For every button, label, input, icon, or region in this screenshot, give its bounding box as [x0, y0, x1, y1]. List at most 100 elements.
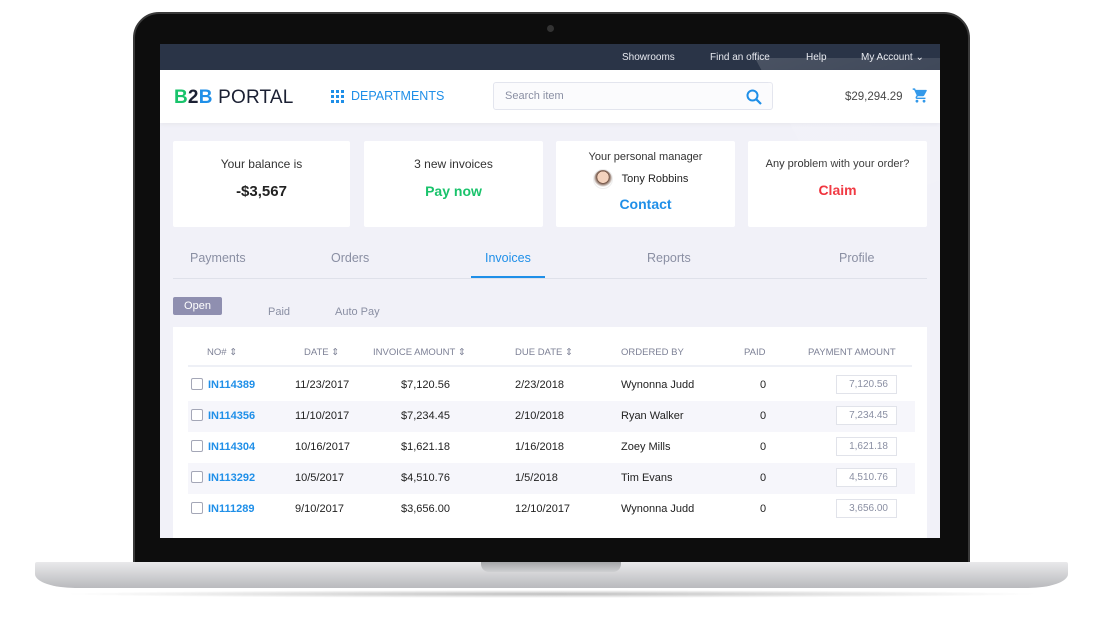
sort-icon: ⇕ — [229, 347, 238, 358]
invoice-date: 10/5/2017 — [295, 472, 344, 484]
claim-link[interactable]: Claim — [748, 182, 927, 198]
contact-link[interactable]: Contact — [556, 196, 735, 212]
table-row: IN114356 11/10/2017 $7,234.45 2/10/2018 … — [188, 401, 915, 432]
invoice-amount: $7,234.45 — [401, 410, 450, 422]
logo-b2: B — [198, 87, 213, 108]
header-divider — [188, 365, 912, 367]
balance-value: -$3,567 — [236, 183, 287, 200]
manager-card: Your personal manager Tony Robbins Conta… — [556, 141, 735, 227]
sort-icon: ⇕ — [457, 347, 466, 358]
logo[interactable]: B2B PORTAL — [174, 87, 294, 109]
header: B2B PORTAL DEPARTMENTS $29,294.29 — [160, 70, 940, 123]
invoice-date: 10/16/2017 — [295, 441, 351, 453]
tab-orders[interactable]: Orders — [331, 251, 369, 265]
search-icon[interactable] — [746, 89, 762, 105]
subtab-open[interactable]: Open — [173, 297, 222, 315]
due-date: 2/23/2018 — [515, 379, 564, 391]
top-nav: Showrooms Find an office Help My Account… — [160, 44, 940, 70]
invoice-number-link[interactable]: IN111289 — [208, 503, 255, 515]
invoices-card: 3 new invoices Pay now — [364, 141, 543, 227]
invoice-date: 11/23/2017 — [295, 379, 350, 391]
row-checkbox[interactable] — [191, 471, 203, 483]
invoice-number-link[interactable]: IN113292 — [208, 472, 255, 484]
invoice-number-link[interactable]: IN114356 — [208, 410, 255, 422]
paid-amount: 0 — [760, 472, 767, 484]
paid-amount: 0 — [760, 441, 767, 453]
invoice-date: 11/10/2017 — [295, 410, 350, 422]
invoice-amount: $3,656.00 — [401, 503, 450, 515]
laptop-shadow — [60, 590, 1043, 598]
paid-amount: 0 — [760, 410, 767, 422]
row-checkbox[interactable] — [191, 409, 203, 421]
table-row: IN111289 9/10/2017 $3,656.00 12/10/2017 … — [188, 494, 915, 525]
manager-avatar — [592, 169, 613, 189]
manager-name: Tony Robbins — [621, 173, 689, 185]
grid-icon — [331, 89, 344, 103]
invoice-number-link[interactable]: IN114304 — [208, 441, 255, 453]
find-office-link[interactable]: Find an office — [710, 52, 770, 63]
ordered-by: Tim Evans — [621, 472, 673, 484]
ordered-by: Zoey Mills — [621, 441, 671, 453]
payment-amount-input[interactable]: 7,234.45 — [836, 406, 897, 425]
sort-icon: ⇕ — [331, 347, 340, 358]
help-link[interactable]: Help — [806, 52, 827, 63]
due-date: 1/5/2018 — [515, 472, 558, 484]
col-due-date[interactable]: DUE DATE ⇕ — [515, 347, 573, 358]
invoice-amount: $4,510.76 — [401, 472, 450, 484]
tab-profile[interactable]: Profile — [839, 251, 874, 265]
table-row: IN113292 10/5/2017 $4,510.76 1/5/2018 Ti… — [188, 463, 915, 494]
invoice-table: NO# ⇕ DATE ⇕ INVOICE AMOUNT ⇕ DUE DATE ⇕… — [173, 327, 927, 538]
payment-amount-input[interactable]: 3,656.00 — [836, 499, 897, 518]
table-row: IN114304 10/16/2017 $1,621.18 1/16/2018 … — [188, 432, 915, 463]
problem-card: Any problem with your order? Claim — [748, 141, 927, 227]
tab-payments[interactable]: Payments — [190, 251, 246, 265]
payment-amount-input[interactable]: 7,120.56 — [836, 375, 897, 394]
payment-amount-input[interactable]: 4,510.76 — [836, 468, 897, 487]
screen: Showrooms Find an office Help My Account… — [160, 44, 940, 538]
row-checkbox[interactable] — [191, 440, 203, 452]
invoice-amount: $7,120.56 — [401, 379, 450, 391]
problem-label: Any problem with your order? — [765, 158, 910, 170]
my-account-menu[interactable]: My Account ⌄ — [861, 52, 924, 63]
invoice-amount: $1,621.18 — [401, 441, 450, 453]
showrooms-link[interactable]: Showrooms — [622, 52, 675, 63]
invoices-label: 3 new invoices — [414, 157, 493, 171]
subtab-paid[interactable]: Paid — [268, 306, 290, 318]
search-input[interactable] — [494, 83, 724, 109]
col-invoice-amount[interactable]: INVOICE AMOUNT ⇕ — [373, 347, 466, 358]
ordered-by: Ryan Walker — [621, 410, 684, 422]
sort-icon: ⇕ — [564, 347, 573, 358]
my-account-label: My Account — [861, 52, 913, 63]
paid-amount: 0 — [760, 379, 767, 391]
tab-reports[interactable]: Reports — [647, 251, 691, 265]
chevron-down-icon: ⌄ — [915, 52, 924, 63]
ordered-by: Wynonna Judd — [621, 379, 695, 391]
table-row: IN114389 11/23/2017 $7,120.56 2/23/2018 … — [188, 370, 915, 401]
departments-label: DEPARTMENTS — [351, 89, 445, 103]
logo-text: PORTAL — [212, 87, 294, 108]
search-box — [493, 82, 773, 110]
subtab-auto-pay[interactable]: Auto Pay — [335, 306, 380, 318]
laptop-notch — [481, 562, 621, 572]
departments-button[interactable]: DEPARTMENTS — [331, 89, 444, 103]
col-paid: PAID — [744, 347, 766, 358]
invoice-number-link[interactable]: IN114389 — [208, 379, 255, 391]
ordered-by: Wynonna Judd — [621, 503, 695, 515]
col-no[interactable]: NO# ⇕ — [207, 347, 237, 358]
payment-amount-input[interactable]: 1,621.18 — [836, 437, 897, 456]
row-checkbox[interactable] — [191, 378, 203, 390]
col-date[interactable]: DATE ⇕ — [304, 347, 339, 358]
cart-total: $29,294.29 — [845, 91, 903, 103]
due-date: 1/16/2018 — [515, 441, 564, 453]
pay-now-link[interactable]: Pay now — [364, 183, 543, 199]
col-ordered-by: ORDERED BY — [621, 347, 684, 358]
due-date: 2/10/2018 — [515, 410, 564, 422]
paid-amount: 0 — [760, 503, 767, 515]
row-checkbox[interactable] — [191, 502, 203, 514]
invoice-date: 9/10/2017 — [295, 503, 344, 515]
balance-card: Your balance is -$3,567 — [173, 141, 350, 227]
tab-invoices[interactable]: Invoices — [471, 251, 545, 278]
cart-icon[interactable] — [912, 87, 929, 104]
logo-2: 2 — [187, 87, 199, 108]
due-date: 12/10/2017 — [515, 503, 571, 515]
